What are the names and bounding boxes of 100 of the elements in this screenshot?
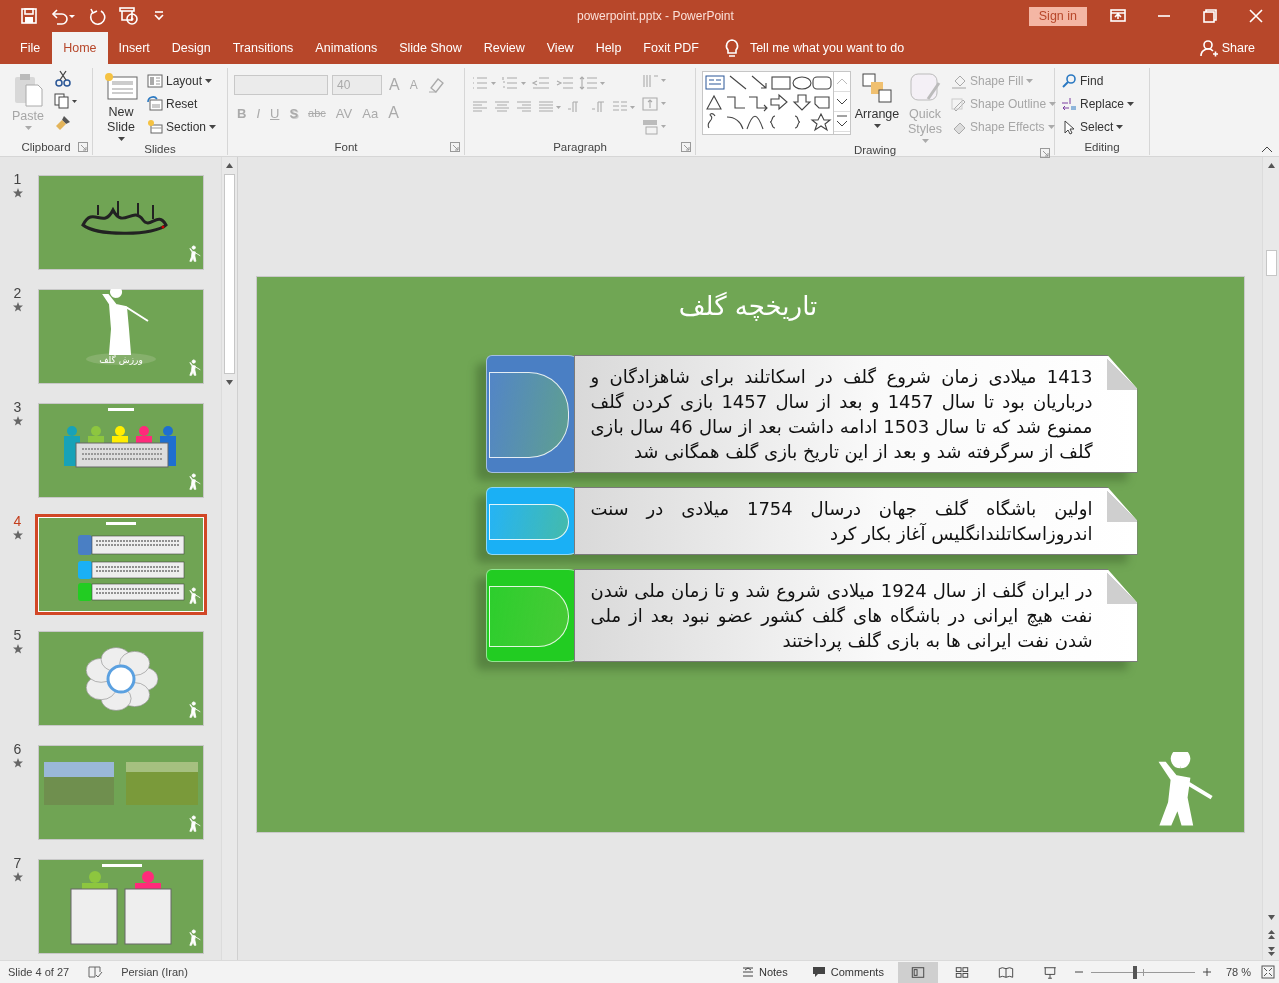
group-label: Paragraph (553, 140, 607, 153)
caret-icon (205, 78, 213, 84)
slide-counter: Slide 4 of 27 (8, 966, 70, 978)
layout-icon (147, 73, 163, 89)
slide-number: 6 (13, 742, 22, 756)
smartart-icon[interactable] (641, 118, 667, 136)
button-label[interactable]: Reset (166, 97, 198, 111)
button-label[interactable]: Select (1080, 120, 1114, 134)
caret-icon (24, 126, 32, 131)
notes-icon (742, 967, 754, 977)
caret-icon (1127, 101, 1135, 107)
ribbon-tab[interactable]: Help (584, 32, 633, 64)
button-label[interactable]: Layout (166, 74, 203, 88)
arrange-icon (860, 71, 894, 105)
zoom-in-icon[interactable] (1201, 967, 1212, 977)
ribbon-tab[interactable]: Home (52, 32, 108, 64)
collapse-ribbon-icon[interactable] (1261, 145, 1273, 153)
card-text: در ایران گلف از سال 1924 میلادی شروع شد و تا زمان ملی شدن نفت هیچ ایرانی در باشگاه های گلف کشور عضو نبود بعد از ملی شدن نفت ایرانی ها به بازی گلف پرداختند (589, 579, 1094, 654)
presenter-icon[interactable] (118, 6, 140, 26)
tell-me-search[interactable]: Tell me what you want to do (749, 41, 905, 55)
reset-icon (147, 96, 163, 112)
card-text: اولین باشگاه گلف جهان درسال 1754 میلادی در سنت اندروزاسکاتلندانگلیس آغاز بکار کرد (589, 497, 1094, 547)
person-add-icon (1199, 39, 1218, 57)
cut-icon[interactable] (54, 69, 72, 87)
dialog-launcher-icon[interactable] (1040, 148, 1050, 158)
star-icon (12, 872, 23, 882)
ribbon-tab[interactable]: Review (472, 32, 536, 64)
star-icon (12, 530, 23, 540)
group-label: Clipboard (21, 140, 71, 153)
zoom-level[interactable]: 78 % (1215, 966, 1257, 978)
customize-caret-icon[interactable] (152, 9, 166, 23)
button-label[interactable]: Find (1080, 74, 1104, 88)
scrollbar[interactable] (1262, 157, 1279, 960)
dialog-launcher-icon[interactable] (450, 142, 460, 152)
spelling-check-icon[interactable] (87, 965, 104, 979)
fit-slide-icon[interactable] (1261, 965, 1275, 979)
scrollbar[interactable] (221, 157, 237, 960)
star-icon (12, 758, 23, 768)
group-label: Editing (1084, 140, 1120, 153)
slide-title: تاریخچه گلف (677, 291, 819, 323)
caret-icon (1116, 124, 1124, 130)
share-button[interactable]: Share (1221, 41, 1255, 55)
ribbon-tab[interactable]: Design (160, 32, 222, 64)
shapes-gallery[interactable] (703, 72, 833, 132)
arrange-button[interactable]: Arrange (855, 68, 899, 144)
language-indicator[interactable]: Persian (Iran) (121, 966, 188, 978)
lightbulb-icon (723, 38, 740, 58)
copy-icon[interactable] (54, 92, 78, 109)
sign-in-button[interactable]: Sign in (1028, 6, 1087, 26)
scroll-thumb[interactable] (224, 174, 235, 374)
more-shapes-icon[interactable] (834, 112, 850, 132)
slide-number: 2 (13, 286, 22, 300)
font-name-field[interactable] (234, 75, 328, 95)
group-label: Drawing (853, 144, 897, 156)
clipboard-icon (12, 71, 44, 107)
new-slide-button[interactable]: New Slide (99, 68, 143, 142)
comments-button[interactable]: Comments (801, 966, 894, 978)
caret-icon (1049, 101, 1057, 107)
ribbon-tab[interactable]: View (535, 32, 585, 64)
new-slide-icon (103, 71, 139, 103)
ribbon-tab[interactable]: Slide Show (388, 32, 473, 64)
pointer-icon (1061, 119, 1077, 135)
ribbon-tab[interactable]: File (0, 32, 53, 64)
save-icon[interactable] (20, 7, 38, 25)
slide-number: 5 (13, 628, 22, 642)
caret-icon (1026, 78, 1034, 84)
caret-icon (209, 124, 217, 130)
section-icon (147, 119, 163, 135)
decrease-indent-icon[interactable] (531, 75, 551, 91)
ribbon-tab[interactable]: Insert (107, 32, 161, 64)
brush-icon[interactable] (54, 114, 72, 132)
pencil-icon (951, 96, 967, 112)
notes-button[interactable]: Notes (732, 966, 798, 978)
scroll-thumb[interactable] (1265, 250, 1277, 276)
redo-icon[interactable] (88, 7, 106, 25)
ribbon-tab[interactable]: Transitions (221, 32, 305, 64)
increase-indent-icon[interactable] (555, 75, 575, 91)
button-label[interactable]: Section (166, 120, 207, 134)
undo-icon[interactable] (50, 7, 76, 25)
dialog-launcher-icon[interactable] (78, 142, 88, 152)
line-spacing-icon[interactable] (579, 75, 607, 91)
slide-number: 1 (13, 172, 22, 186)
button-label[interactable]: Replace (1080, 97, 1125, 111)
slide-number: 7 (13, 856, 22, 870)
align-text-icon[interactable] (641, 95, 667, 113)
dialog-launcher-icon[interactable] (681, 142, 691, 152)
normal-view-icon[interactable] (897, 961, 938, 983)
paint-bucket-icon (951, 73, 967, 89)
slide-number: 4 (13, 514, 22, 528)
replace-icon (1061, 96, 1077, 112)
group-label: Slides (144, 142, 176, 155)
ribbon-tab[interactable]: Foxit PDF (632, 32, 710, 64)
caret-icon (117, 137, 125, 142)
comment-icon (811, 966, 826, 978)
caret-icon (921, 139, 929, 144)
star-icon (12, 188, 23, 198)
ribbon-tab[interactable]: Animations (304, 32, 389, 64)
star-icon (12, 644, 23, 654)
thumbnail-caption: ورزش گلف (98, 355, 144, 365)
group-label: Font (334, 140, 358, 153)
